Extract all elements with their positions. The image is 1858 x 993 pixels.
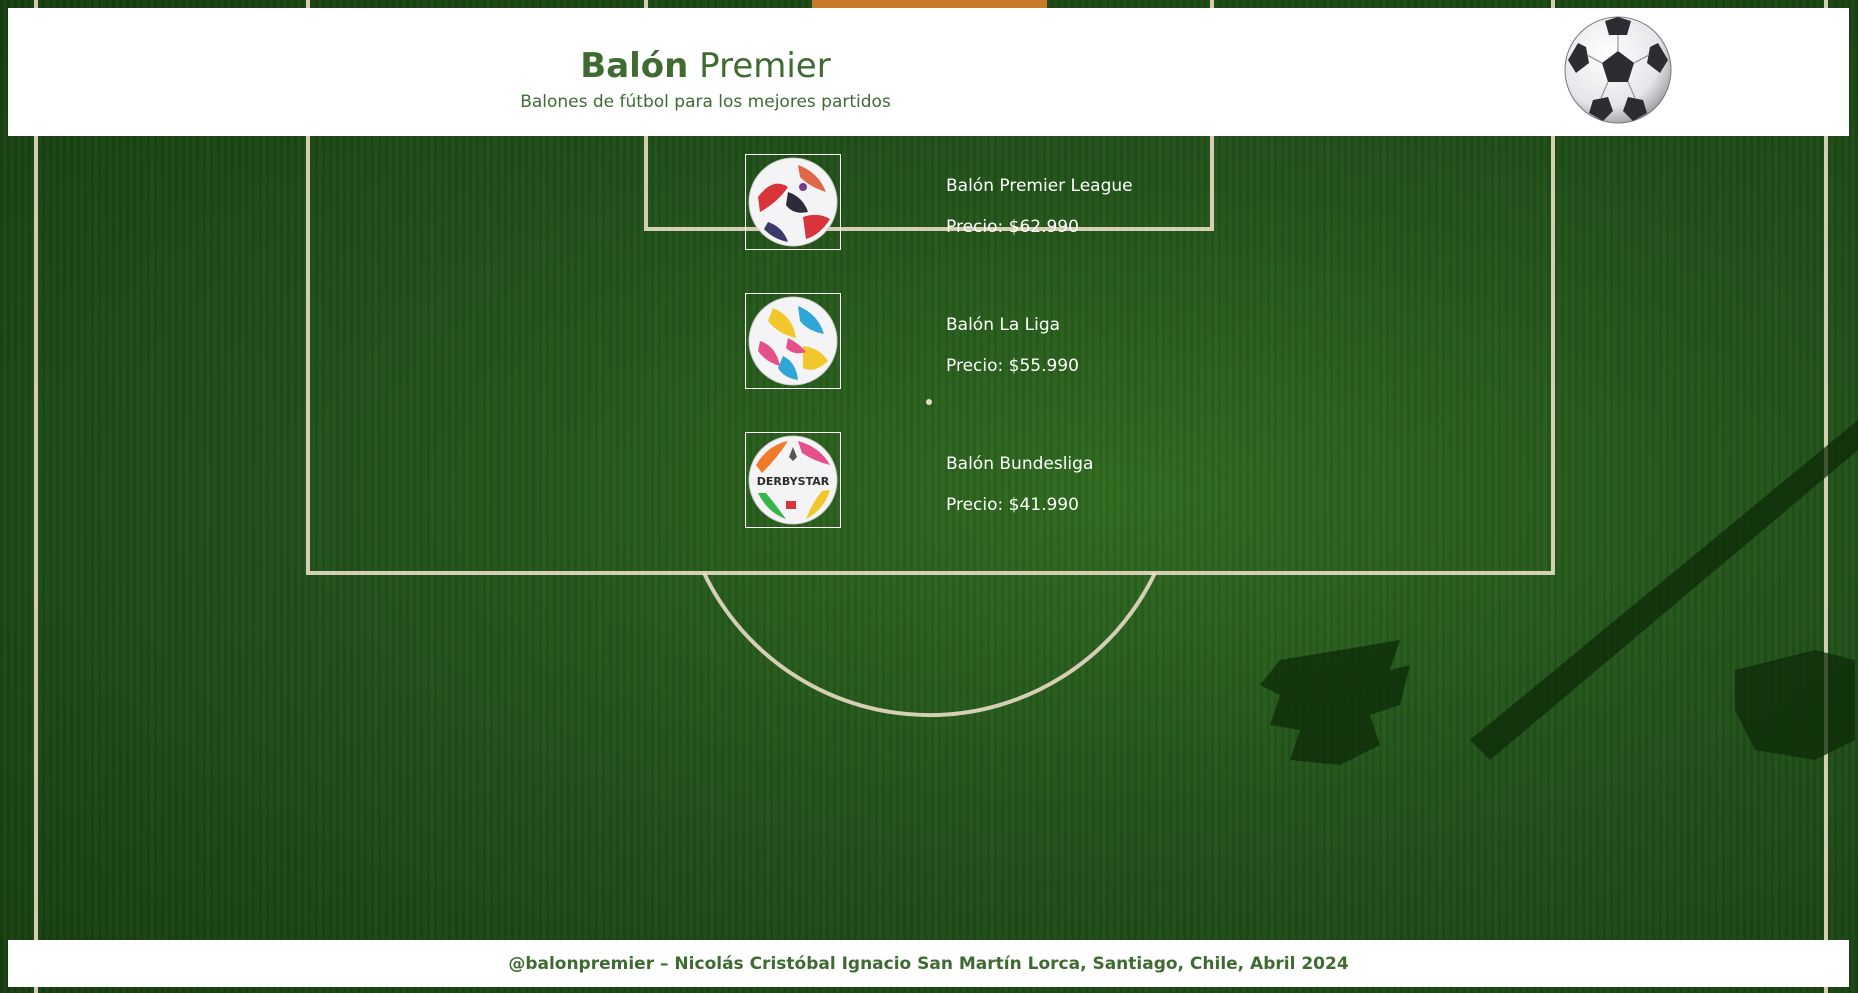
product-price: Precio: $55.990: [946, 356, 1079, 376]
brand-subtitle: Balones de fútbol para los mejores parti…: [520, 92, 891, 112]
la-liga-ball-icon: [748, 296, 838, 386]
product-thumbnail[interactable]: DERBYSTAR: [745, 432, 841, 528]
product-name: Balón Bundesliga: [946, 454, 1094, 474]
brand-title-rest: Premier: [688, 46, 831, 86]
product-price: Precio: $62.990: [946, 217, 1079, 237]
product-name: Balón Premier League: [946, 176, 1133, 196]
product-card[interactable]: Balón La Liga Precio: $55.990: [745, 293, 1245, 391]
soccer-ball-icon: [1563, 15, 1673, 125]
bundesliga-ball-icon: DERBYSTAR: [748, 435, 838, 525]
ball-print-label: DERBYSTAR: [757, 475, 830, 488]
product-card[interactable]: DERBYSTAR Balón Bundesliga Precio: $41.9…: [745, 432, 1245, 530]
site-footer: @balonpremier – Nicolás Cristóbal Ignaci…: [8, 940, 1849, 987]
brand-title[interactable]: Balón Premier: [8, 44, 1403, 88]
product-name: Balón La Liga: [946, 315, 1061, 335]
brand-title-bold: Balón: [580, 46, 689, 86]
site-header: Balón Premier Balones de fútbol para los…: [8, 8, 1849, 136]
footer-credits: @balonpremier – Nicolás Cristóbal Ignaci…: [508, 953, 1349, 974]
product-thumbnail[interactable]: [745, 154, 841, 250]
product-thumbnail[interactable]: [745, 293, 841, 389]
premier-league-ball-icon: [748, 157, 838, 247]
product-price: Precio: $41.990: [946, 495, 1079, 515]
product-card[interactable]: Balón Premier League Precio: $62.990: [745, 154, 1245, 252]
